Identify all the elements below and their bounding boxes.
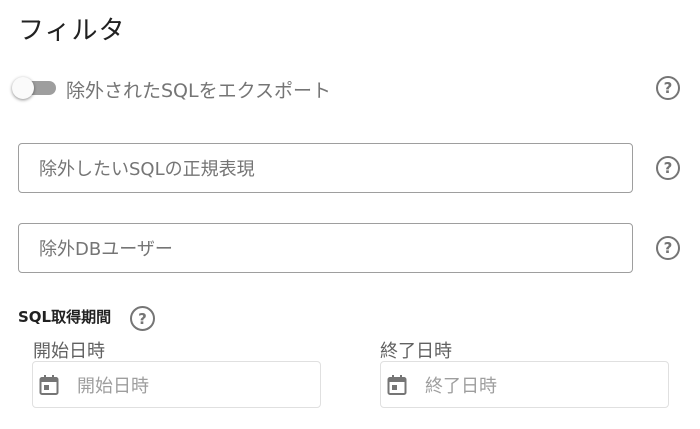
toggle-knob [12,77,34,99]
end-datetime-label: 終了日時 [380,341,452,362]
help-glyph: ? [138,309,147,328]
help-icon[interactable]: ? [130,306,155,331]
exclude-db-user-placeholder: 除外DBユーザー [39,239,173,260]
help-glyph: ? [663,79,673,97]
export-excluded-sql-label: 除外されたSQLをエクスポート [66,80,332,102]
help-icon[interactable]: ? [656,76,680,100]
end-datetime-picker[interactable]: 終了日時 [380,361,669,408]
help-icon[interactable]: ? [656,236,680,260]
start-datetime-picker[interactable]: 開始日時 [32,361,321,408]
filter-title: フィルタ [18,16,126,46]
exclude-sql-regex-placeholder: 除外したいSQLの正規表現 [39,159,255,180]
calendar-icon [37,373,61,397]
calendar-icon [385,373,409,397]
start-datetime-label: 開始日時 [33,341,105,362]
exclude-db-user-input[interactable]: 除外DBユーザー [18,223,633,273]
end-datetime-placeholder: 終了日時 [425,375,497,397]
exclude-sql-regex-input[interactable]: 除外したいSQLの正規表現 [18,143,633,193]
export-excluded-sql-toggle[interactable] [12,77,58,99]
help-glyph: ? [663,239,673,257]
sql-period-label: SQL取得期間 [18,308,112,326]
help-icon[interactable]: ? [656,156,680,180]
start-datetime-placeholder: 開始日時 [77,375,149,397]
help-glyph: ? [663,159,673,177]
